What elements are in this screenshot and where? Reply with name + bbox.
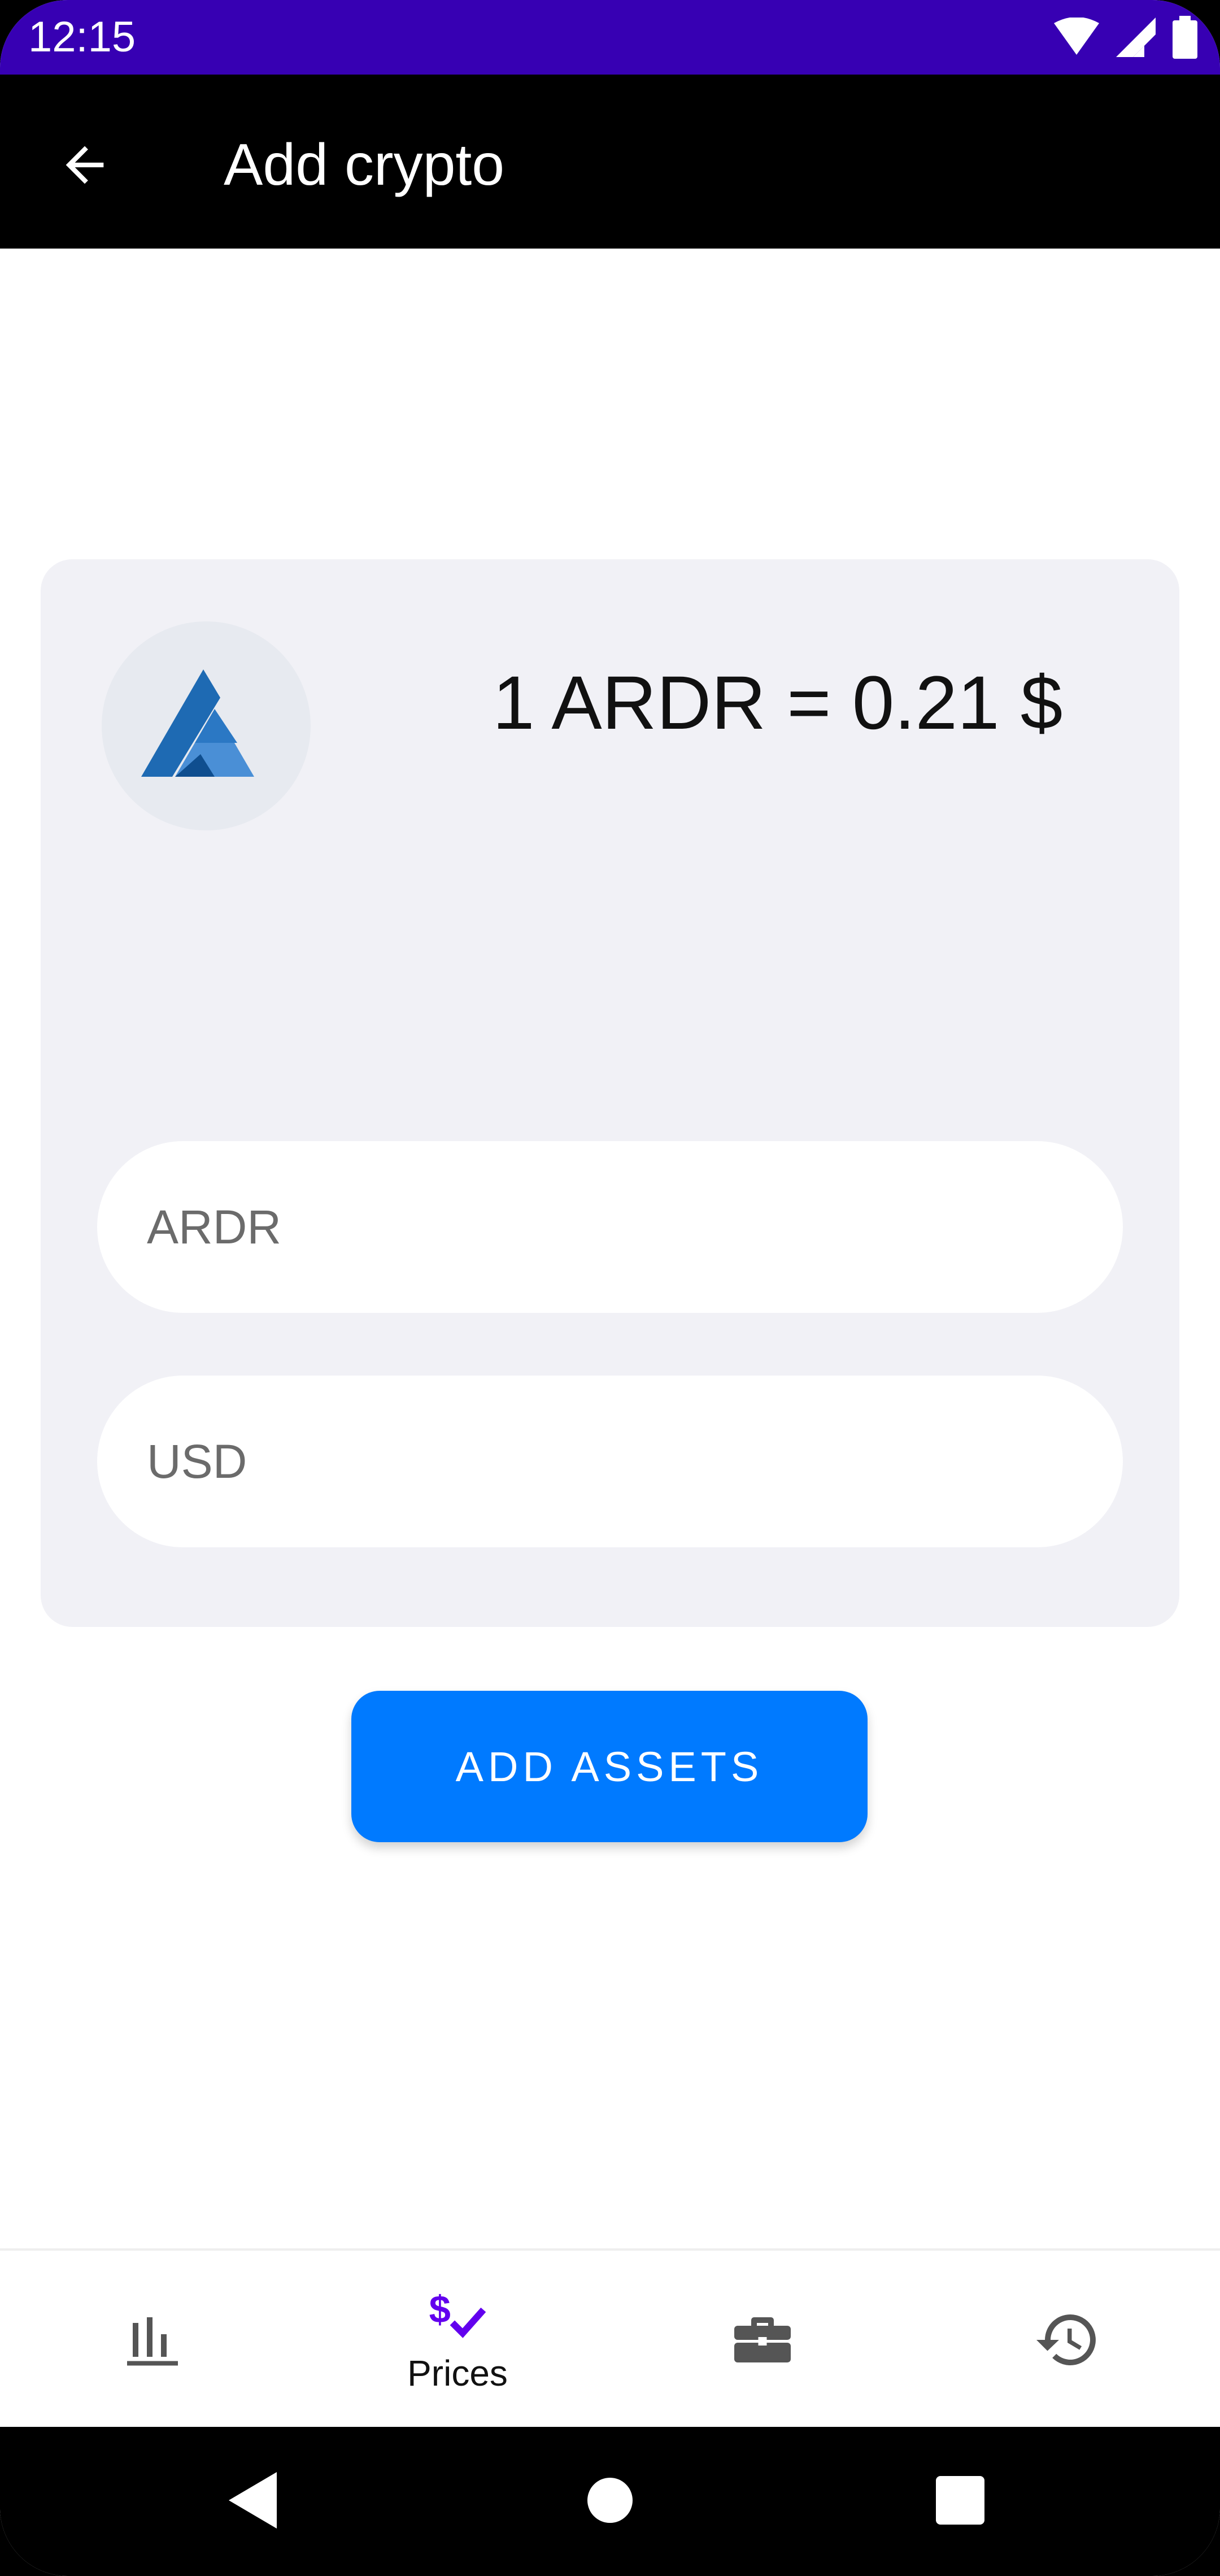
nav-item-portfolio[interactable] — [610, 2251, 915, 2429]
status-bar: 12:15 — [0, 0, 1220, 75]
back-button[interactable] — [45, 125, 124, 204]
history-icon — [1036, 2314, 1096, 2365]
briefcase-icon — [734, 2317, 791, 2362]
system-recents-button[interactable] — [921, 2461, 1000, 2540]
arrow-left-icon — [66, 146, 104, 184]
crypto-amount-field[interactable] — [97, 1141, 1123, 1313]
bottom-nav: $ Prices — [0, 2248, 1220, 2427]
dollar-check-icon: $ — [429, 2288, 486, 2338]
crypto-amount-input[interactable] — [97, 1141, 1123, 1313]
fiat-amount-input[interactable] — [97, 1376, 1123, 1547]
screen: 12:15 Add crypto 1 ARDR = 0.21 $ ARDR US… — [0, 0, 1220, 2576]
system-back-button[interactable] — [215, 2461, 294, 2540]
fiat-amount-field[interactable] — [97, 1376, 1123, 1547]
exchange-rate: 1 ARDR = 0.21 $ — [493, 661, 1063, 745]
page-title: Add crypto — [224, 132, 505, 198]
crypto-card: 1 ARDR = 0.21 $ — [41, 559, 1179, 1627]
ardor-logo-icon — [141, 669, 254, 777]
bar-chart-icon — [127, 2317, 178, 2366]
wifi-icon — [1054, 18, 1099, 55]
battery-icon — [1173, 16, 1197, 59]
nav-label-prices: Prices — [407, 2353, 508, 2394]
add-assets-button[interactable]: ADD ASSETS — [351, 1691, 868, 1842]
recents-square-icon — [936, 2476, 984, 2525]
system-home-button[interactable] — [570, 2461, 650, 2540]
coin-avatar — [102, 621, 311, 830]
nav-item-prices[interactable]: $ Prices — [305, 2251, 610, 2429]
status-time: 12:15 — [28, 13, 136, 61]
main-content: 1 ARDR = 0.21 $ ADD ASSETS — [0, 249, 1220, 2248]
system-nav-bar — [0, 2427, 1220, 2576]
signal-icon — [1116, 18, 1156, 57]
status-icons — [1054, 15, 1197, 60]
home-circle-icon — [587, 2478, 633, 2523]
svg-text:$: $ — [429, 2288, 451, 2331]
nav-item-history[interactable] — [915, 2251, 1220, 2429]
app-bar: Add crypto — [0, 75, 1220, 249]
nav-item-charts[interactable] — [0, 2251, 305, 2429]
back-triangle-icon — [229, 2472, 277, 2529]
